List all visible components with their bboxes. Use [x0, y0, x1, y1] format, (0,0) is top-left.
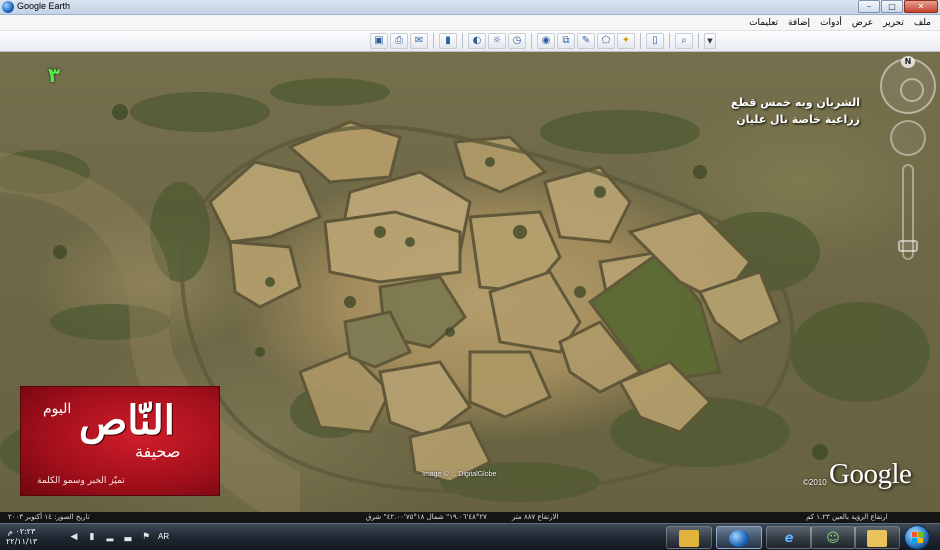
map-caption: الشريان وبه خمس قطع زراعية خاصة بال عليا… — [731, 94, 860, 128]
save-image-icon[interactable]: ▣ — [370, 33, 388, 49]
explorer-folder-icon — [867, 530, 887, 547]
language-indicator[interactable]: AR — [158, 532, 169, 541]
toolbar-dropdown-icon[interactable]: ▼ — [704, 33, 716, 49]
logo-sahifa: صحيفة — [135, 442, 181, 461]
menu-file[interactable]: ملف — [909, 18, 936, 28]
google-earth-app-icon — [2, 1, 14, 13]
record-tour-icon[interactable]: ◉ — [537, 33, 555, 49]
look-joystick[interactable] — [890, 120, 926, 156]
taskbar: ٠٢:٢٣ م ٢٢/١١/١٣ ◀ ▮ ▂ ▃ ⚑ AR e ☺ — [0, 523, 940, 550]
toolbar-separator — [433, 33, 434, 49]
path-icon[interactable]: ✎ — [577, 33, 595, 49]
image-overlay-icon[interactable]: ⧉ — [557, 33, 575, 49]
imagery-credit: Image © ... DigitalGlobe — [422, 471, 497, 478]
window-title: Google Earth — [17, 1, 71, 11]
start-button[interactable] — [904, 525, 930, 550]
title-bar: Google Earth – □ ✕ — [0, 0, 940, 15]
toolbar-separator — [462, 33, 463, 49]
logo-al-nas: النّاص — [79, 397, 177, 444]
logo-al-yawm: اليوم — [43, 401, 72, 417]
eye-altitude-readout: ارتفاع الرؤية بالعين ١.٢٣ كم — [806, 513, 888, 521]
folder-icon — [679, 530, 699, 547]
taskbar-folder[interactable] — [666, 526, 712, 549]
ruler-icon[interactable]: ▮ — [439, 33, 457, 49]
sun-icon[interactable]: ☼ — [488, 33, 506, 49]
sidebar-icon[interactable]: ▯ — [646, 33, 664, 49]
move-joystick[interactable] — [900, 78, 924, 102]
logo-tagline: تميّز الخبر وسمو الكلمة — [37, 476, 125, 486]
network-icon[interactable]: ▂ — [104, 532, 116, 543]
clock-time: ٠٢:٢٣ م — [7, 527, 36, 536]
copyright-text: ©2010 — [803, 478, 827, 487]
clock[interactable]: ٠٢:٢٣ م ٢٢/١١/١٣ — [6, 527, 37, 547]
users-icon: ☺ — [826, 531, 840, 546]
menu-add[interactable]: إضافة — [783, 18, 815, 28]
menu-help[interactable]: تعليمات — [744, 18, 783, 28]
taskbar-internet-explorer[interactable]: e — [766, 526, 812, 549]
close-button[interactable]: ✕ — [904, 0, 938, 13]
signal-icon[interactable]: ▃ — [122, 532, 134, 543]
map-number-label: ٣ — [48, 63, 61, 87]
navigation-controls: N — [878, 56, 938, 266]
zoom-slider-handle[interactable] — [898, 240, 918, 252]
taskbar-explorer[interactable] — [854, 526, 900, 549]
taskbar-users[interactable]: ☺ — [810, 526, 856, 549]
battery-icon[interactable]: ▮ — [86, 532, 98, 543]
historical-imagery-icon[interactable]: ◷ — [508, 33, 526, 49]
menu-bar: ملف تحرير عرض أدوات إضافة تعليمات — [0, 15, 940, 31]
google-earth-icon — [729, 530, 749, 547]
internet-explorer-icon: e — [784, 531, 794, 546]
planets-icon[interactable]: ◐ — [468, 33, 486, 49]
newspaper-logo: اليوم النّاص صحيفة تميّز الخبر وسمو الكل… — [20, 386, 220, 496]
map-viewport[interactable]: ٣ الشريان وبه خمس قطع زراعية خاصة بال عل… — [0, 52, 940, 512]
google-logo: Google — [829, 458, 912, 490]
clock-date: ٢٢/١١/١٣ — [6, 537, 38, 546]
map-caption-line1: الشريان وبه خمس قطع — [731, 96, 860, 109]
polygon-icon[interactable]: ⬠ — [597, 33, 615, 49]
coordinates-readout: ٢٧°٤٨'١٩.٠٦" شمال ١٨°٧٥'٤٢.٠٠" شرق — [366, 513, 487, 521]
map-caption-line2: زراعية خاصة بال عليان — [736, 113, 860, 126]
toolbar-separator — [669, 33, 670, 49]
email-icon[interactable]: ✉ — [410, 33, 428, 49]
action-center-icon[interactable]: ⚑ — [140, 532, 152, 543]
toolbar-separator — [698, 33, 699, 49]
toolbar-share-group: ▣ ⎙ ✉ ▮ ◐ ☼ ◷ ◉ ⧉ ✎ ⬠ ✦ ▯ ⌕ ▼ — [370, 33, 716, 49]
status-bar: تاريخ الصور: ١٤ أكتوبر ٢٠٠٣ ٢٧°٤٨'١٩.٠٦"… — [0, 512, 940, 523]
menu-tools[interactable]: أدوات — [815, 18, 847, 28]
toolbar-separator — [640, 33, 641, 49]
maximize-button[interactable]: □ — [881, 0, 903, 13]
elevation-readout: الارتفاع ٨٨٧ متر — [512, 513, 559, 521]
toolbar-separator — [531, 33, 532, 49]
volume-icon[interactable]: ◀ — [68, 532, 80, 543]
window-controls: – □ ✕ — [858, 0, 938, 13]
search-icon[interactable]: ⌕ — [675, 33, 693, 49]
imagery-date: تاريخ الصور: ١٤ أكتوبر ٢٠٠٣ — [8, 513, 90, 521]
toolbar: ▣ ⎙ ✉ ▮ ◐ ☼ ◷ ◉ ⧉ ✎ ⬠ ✦ ▯ ⌕ ▼ — [0, 31, 940, 52]
print-icon[interactable]: ⎙ — [390, 33, 408, 49]
menu-view[interactable]: عرض — [847, 18, 878, 28]
minimize-button[interactable]: – — [858, 0, 880, 13]
placemark-icon[interactable]: ✦ — [617, 33, 635, 49]
taskbar-google-earth[interactable] — [716, 526, 762, 549]
system-tray: ٠٢:٢٣ م ٢٢/١١/١٣ ◀ ▮ ▂ ▃ ⚑ AR — [2, 524, 182, 550]
menu-edit[interactable]: تحرير — [878, 18, 909, 28]
north-button[interactable]: N — [901, 56, 915, 68]
